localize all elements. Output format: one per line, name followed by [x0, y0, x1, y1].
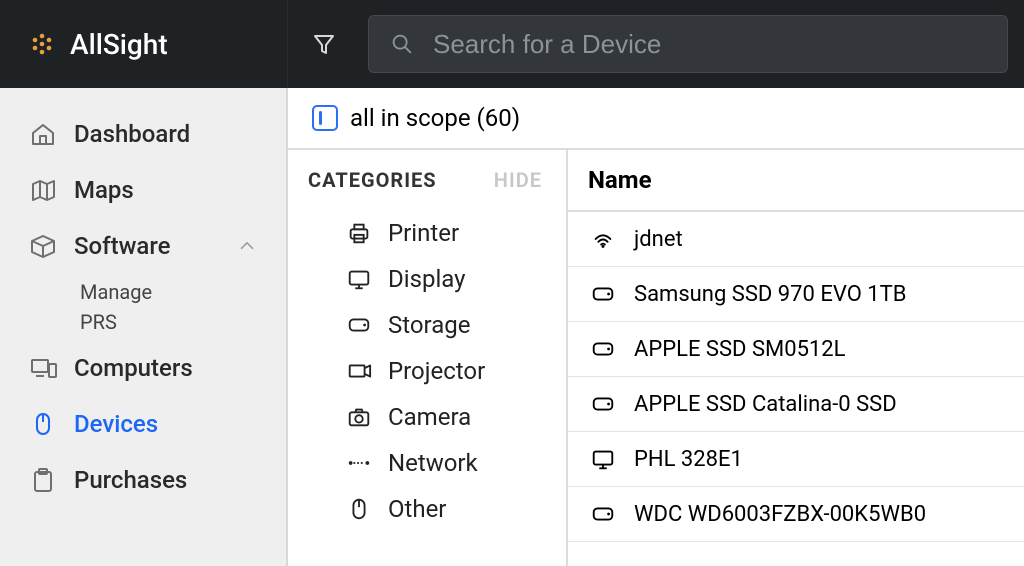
storage-icon	[588, 501, 618, 527]
device-list-header[interactable]: Name	[568, 150, 1024, 212]
scope-bar: all in scope (60)	[288, 88, 1024, 150]
storage-icon	[344, 312, 374, 338]
device-name: APPLE SSD Catalina-0 SSD	[634, 392, 897, 417]
sidebar-item-label: Maps	[74, 176, 134, 204]
brand-name: AllSight	[70, 28, 168, 61]
computers-icon	[28, 354, 58, 382]
sidebar-item-label: Dashboard	[74, 120, 190, 148]
sidebar-item-computers[interactable]: Computers	[0, 340, 286, 396]
device-row[interactable]: PHL 328E1	[568, 432, 1024, 487]
brand[interactable]: AllSight	[0, 0, 288, 88]
camera-icon	[344, 404, 374, 430]
mouse-icon	[344, 496, 374, 522]
sidebar-subitem-label: Manage	[80, 280, 152, 304]
category-printer[interactable]: Printer	[308, 210, 566, 256]
category-other[interactable]: Other	[308, 486, 566, 532]
category-label: Display	[388, 265, 466, 293]
category-projector[interactable]: Projector	[308, 348, 566, 394]
storage-icon	[588, 281, 618, 307]
device-list: Name jdnet Samsung SSD 970 EVO 1TB APPLE…	[568, 150, 1024, 566]
device-row[interactable]: APPLE SSD SM0512L	[568, 322, 1024, 377]
category-label: Network	[388, 449, 478, 477]
filter-button[interactable]	[288, 0, 360, 88]
display-icon	[588, 446, 618, 472]
device-name: jdnet	[634, 227, 683, 252]
device-name: APPLE SSD SM0512L	[634, 337, 846, 362]
categories-hide-button[interactable]: HIDE	[494, 168, 542, 192]
category-camera[interactable]: Camera	[308, 394, 566, 440]
printer-icon	[344, 220, 374, 246]
sidebar-item-label: Software	[74, 232, 170, 260]
map-icon	[28, 176, 58, 204]
sidebar: Dashboard Maps Software Manage PRS	[0, 88, 288, 566]
topbar: AllSight	[0, 0, 1024, 88]
scope-icon[interactable]	[312, 105, 338, 131]
storage-icon	[588, 391, 618, 417]
device-row[interactable]: Samsung SSD 970 EVO 1TB	[568, 267, 1024, 322]
network-icon	[344, 450, 374, 476]
wifi-icon	[588, 226, 618, 252]
category-label: Camera	[388, 403, 471, 431]
sidebar-item-maps[interactable]: Maps	[0, 162, 286, 218]
category-storage[interactable]: Storage	[308, 302, 566, 348]
sidebar-item-label: Devices	[74, 410, 158, 438]
device-name: PHL 328E1	[634, 447, 743, 472]
category-network[interactable]: Network	[308, 440, 566, 486]
category-label: Printer	[388, 219, 459, 247]
device-name: WDC WD6003FZBX-00K5WB0	[634, 502, 926, 527]
home-icon	[28, 120, 58, 148]
categories-panel: CATEGORIES HIDE Printer Display Storage	[288, 150, 568, 566]
brand-logo-icon	[28, 30, 56, 58]
sidebar-item-label: Computers	[74, 354, 193, 382]
device-name: Samsung SSD 970 EVO 1TB	[634, 282, 907, 307]
projector-icon	[344, 358, 374, 384]
device-row[interactable]: jdnet	[568, 212, 1024, 267]
category-label: Other	[388, 495, 446, 523]
category-display[interactable]: Display	[308, 256, 566, 302]
search-icon	[389, 31, 415, 57]
search-box[interactable]	[368, 15, 1008, 73]
search-input[interactable]	[433, 29, 987, 60]
sidebar-subitem-manage[interactable]: Manage	[0, 280, 286, 304]
device-row[interactable]: WDC WD6003FZBX-00K5WB0	[568, 487, 1024, 542]
categories-title: CATEGORIES	[308, 168, 437, 192]
storage-icon	[588, 336, 618, 362]
sidebar-subitem-prs[interactable]: PRS	[0, 310, 286, 334]
chevron-up-icon	[236, 235, 258, 257]
filter-icon	[310, 30, 338, 58]
category-label: Storage	[388, 311, 470, 339]
device-row[interactable]: APPLE SSD Catalina-0 SSD	[568, 377, 1024, 432]
box-icon	[28, 232, 58, 260]
content: all in scope (60) CATEGORIES HIDE Printe…	[288, 88, 1024, 566]
sidebar-subitem-label: PRS	[80, 310, 117, 334]
display-icon	[344, 266, 374, 292]
scope-label: all in scope (60)	[350, 104, 520, 132]
clipboard-icon	[28, 466, 58, 494]
sidebar-item-label: Purchases	[74, 466, 187, 494]
sidebar-item-dashboard[interactable]: Dashboard	[0, 106, 286, 162]
category-label: Projector	[388, 357, 485, 385]
sidebar-item-software[interactable]: Software	[0, 218, 286, 274]
sidebar-item-purchases[interactable]: Purchases	[0, 452, 286, 508]
mouse-icon	[28, 410, 58, 438]
sidebar-item-devices[interactable]: Devices	[0, 396, 286, 452]
